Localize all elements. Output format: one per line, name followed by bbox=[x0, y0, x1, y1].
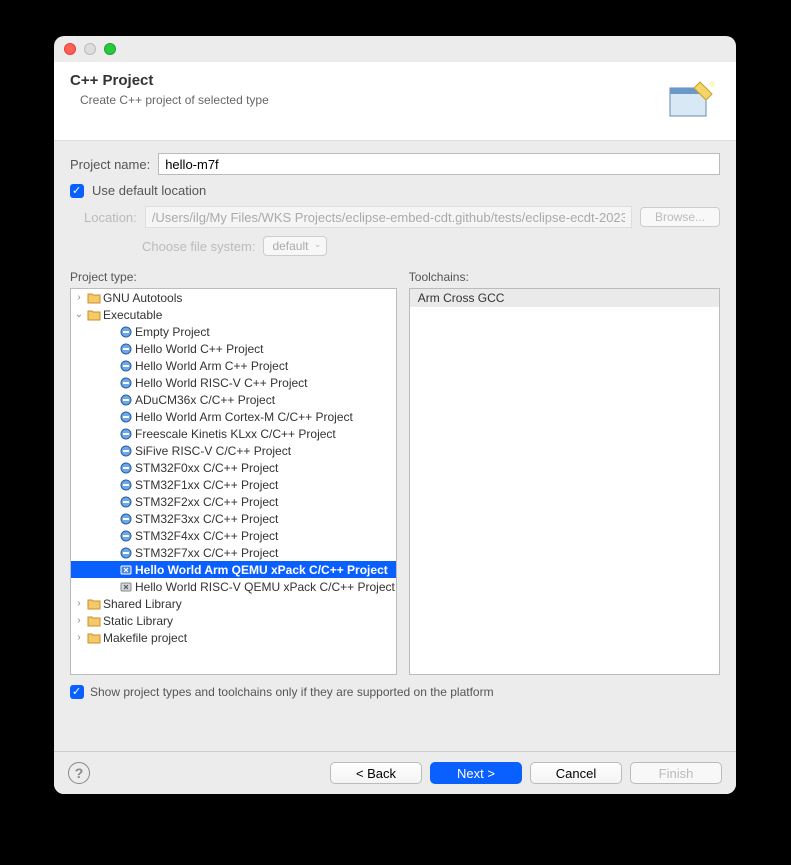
project-name-label: Project name: bbox=[70, 157, 150, 172]
tree-item[interactable]: ADuCM36x C/C++ Project bbox=[71, 391, 396, 408]
tree-item[interactable]: SiFive RISC-V C/C++ Project bbox=[71, 442, 396, 459]
template-x-icon bbox=[119, 581, 133, 593]
toolchains-list[interactable]: Arm Cross GCC bbox=[409, 288, 720, 675]
tree-item[interactable]: STM32F7xx C/C++ Project bbox=[71, 544, 396, 561]
tree-item-label: Freescale Kinetis KLxx C/C++ Project bbox=[135, 427, 336, 441]
tree-item[interactable]: STM32F0xx C/C++ Project bbox=[71, 459, 396, 476]
folder-icon bbox=[87, 292, 101, 304]
tree-item-label: STM32F2xx C/C++ Project bbox=[135, 495, 278, 509]
tree-item-label: Static Library bbox=[103, 614, 173, 628]
tree-item-label: Shared Library bbox=[103, 597, 182, 611]
wizard-footer: ? < Back Next > Cancel Finish bbox=[54, 751, 736, 794]
template-icon bbox=[119, 394, 133, 406]
show-supported-label: Show project types and toolchains only i… bbox=[90, 685, 494, 699]
tree-item[interactable]: STM32F2xx C/C++ Project bbox=[71, 493, 396, 510]
tree-item[interactable]: Empty Project bbox=[71, 323, 396, 340]
template-icon bbox=[119, 513, 133, 525]
browse-button: Browse... bbox=[640, 207, 720, 227]
chevron-right[interactable]: › bbox=[73, 615, 85, 626]
template-icon bbox=[119, 496, 133, 508]
folder-icon bbox=[87, 632, 101, 644]
template-icon bbox=[119, 479, 133, 491]
tree-item-label: Makefile project bbox=[103, 631, 187, 645]
location-input bbox=[145, 206, 632, 228]
tree-item-label: Empty Project bbox=[135, 325, 210, 339]
tree-item-label: STM32F3xx C/C++ Project bbox=[135, 512, 278, 526]
wizard-banner-icon bbox=[664, 72, 720, 128]
file-system-select: default ⌄ bbox=[263, 236, 327, 256]
template-icon bbox=[119, 411, 133, 423]
tree-item-label: Hello World RISC-V C++ Project bbox=[135, 376, 308, 390]
tree-item-label: Executable bbox=[103, 308, 162, 322]
folder-icon bbox=[87, 598, 101, 610]
cancel-button[interactable]: Cancel bbox=[530, 762, 622, 784]
chevron-right[interactable]: › bbox=[73, 598, 85, 609]
finish-button: Finish bbox=[630, 762, 722, 784]
tree-item[interactable]: › GNU Autotools bbox=[71, 289, 396, 306]
tree-item[interactable]: Hello World Arm C++ Project bbox=[71, 357, 396, 374]
template-icon bbox=[119, 462, 133, 474]
tree-item-label: STM32F7xx C/C++ Project bbox=[135, 546, 278, 560]
template-icon bbox=[119, 428, 133, 440]
wizard-subtitle: Create C++ project of selected type bbox=[70, 93, 664, 107]
folder-icon bbox=[87, 615, 101, 627]
project-name-input[interactable] bbox=[158, 153, 720, 175]
tree-item-label: Hello World C++ Project bbox=[135, 342, 264, 356]
help-button[interactable]: ? bbox=[68, 762, 90, 784]
template-icon bbox=[119, 326, 133, 338]
use-default-location-label: Use default location bbox=[92, 183, 206, 198]
wizard-title: C++ Project bbox=[70, 72, 664, 89]
tree-item[interactable]: Hello World RISC-V QEMU xPack C/C++ Proj… bbox=[71, 578, 396, 595]
next-button[interactable]: Next > bbox=[430, 762, 522, 784]
tree-item-label: Hello World Arm QEMU xPack C/C++ Project bbox=[135, 563, 388, 577]
chevron-right[interactable]: › bbox=[73, 292, 85, 303]
template-icon bbox=[119, 530, 133, 542]
wizard-dialog: C++ Project Create C++ project of select… bbox=[54, 36, 736, 794]
tree-item[interactable]: Hello World Arm QEMU xPack C/C++ Project bbox=[71, 561, 396, 578]
tree-item-label: GNU Autotools bbox=[103, 291, 182, 305]
tree-item[interactable]: › Shared Library bbox=[71, 595, 396, 612]
project-type-label: Project type: bbox=[70, 270, 397, 284]
file-system-label: Choose file system: bbox=[142, 239, 255, 254]
tree-item-label: Hello World Arm Cortex-M C/C++ Project bbox=[135, 410, 353, 424]
template-icon bbox=[119, 445, 133, 457]
tree-item-label: Hello World RISC-V QEMU xPack C/C++ Proj… bbox=[135, 580, 395, 594]
chevron-down[interactable]: ⌄ bbox=[73, 309, 85, 320]
tree-item-label: STM32F0xx C/C++ Project bbox=[135, 461, 278, 475]
tree-item-label: ADuCM36x C/C++ Project bbox=[135, 393, 275, 407]
use-default-location-checkbox[interactable] bbox=[70, 184, 84, 198]
tree-item[interactable]: ⌄ Executable bbox=[71, 306, 396, 323]
template-icon bbox=[119, 360, 133, 372]
minimize-window-button bbox=[84, 43, 96, 55]
tree-item[interactable]: › Makefile project bbox=[71, 629, 396, 646]
show-supported-checkbox[interactable] bbox=[70, 685, 84, 699]
tree-item[interactable]: Hello World C++ Project bbox=[71, 340, 396, 357]
window-titlebar bbox=[54, 36, 736, 62]
location-label: Location: bbox=[84, 210, 137, 225]
toolchains-label: Toolchains: bbox=[409, 270, 720, 284]
tree-item-label: STM32F4xx C/C++ Project bbox=[135, 529, 278, 543]
tree-item[interactable]: STM32F1xx C/C++ Project bbox=[71, 476, 396, 493]
project-type-tree[interactable]: › GNU Autotools⌄ Executable Empty Projec… bbox=[70, 288, 397, 675]
tree-item[interactable]: › Static Library bbox=[71, 612, 396, 629]
template-icon bbox=[119, 377, 133, 389]
back-button[interactable]: < Back bbox=[330, 762, 422, 784]
close-window-button[interactable] bbox=[64, 43, 76, 55]
tree-item[interactable]: STM32F3xx C/C++ Project bbox=[71, 510, 396, 527]
tree-item-label: Hello World Arm C++ Project bbox=[135, 359, 288, 373]
toolchain-item[interactable]: Arm Cross GCC bbox=[410, 289, 719, 307]
folder-icon bbox=[87, 309, 101, 321]
zoom-window-button[interactable] bbox=[104, 43, 116, 55]
wizard-header: C++ Project Create C++ project of select… bbox=[54, 62, 736, 141]
tree-item-label: SiFive RISC-V C/C++ Project bbox=[135, 444, 291, 458]
tree-item[interactable]: STM32F4xx C/C++ Project bbox=[71, 527, 396, 544]
template-icon bbox=[119, 547, 133, 559]
chevron-right[interactable]: › bbox=[73, 632, 85, 643]
template-icon bbox=[119, 343, 133, 355]
tree-item[interactable]: Hello World Arm Cortex-M C/C++ Project bbox=[71, 408, 396, 425]
tree-item[interactable]: Hello World RISC-V C++ Project bbox=[71, 374, 396, 391]
template-x-icon bbox=[119, 564, 133, 576]
tree-item[interactable]: Freescale Kinetis KLxx C/C++ Project bbox=[71, 425, 396, 442]
tree-item-label: STM32F1xx C/C++ Project bbox=[135, 478, 278, 492]
